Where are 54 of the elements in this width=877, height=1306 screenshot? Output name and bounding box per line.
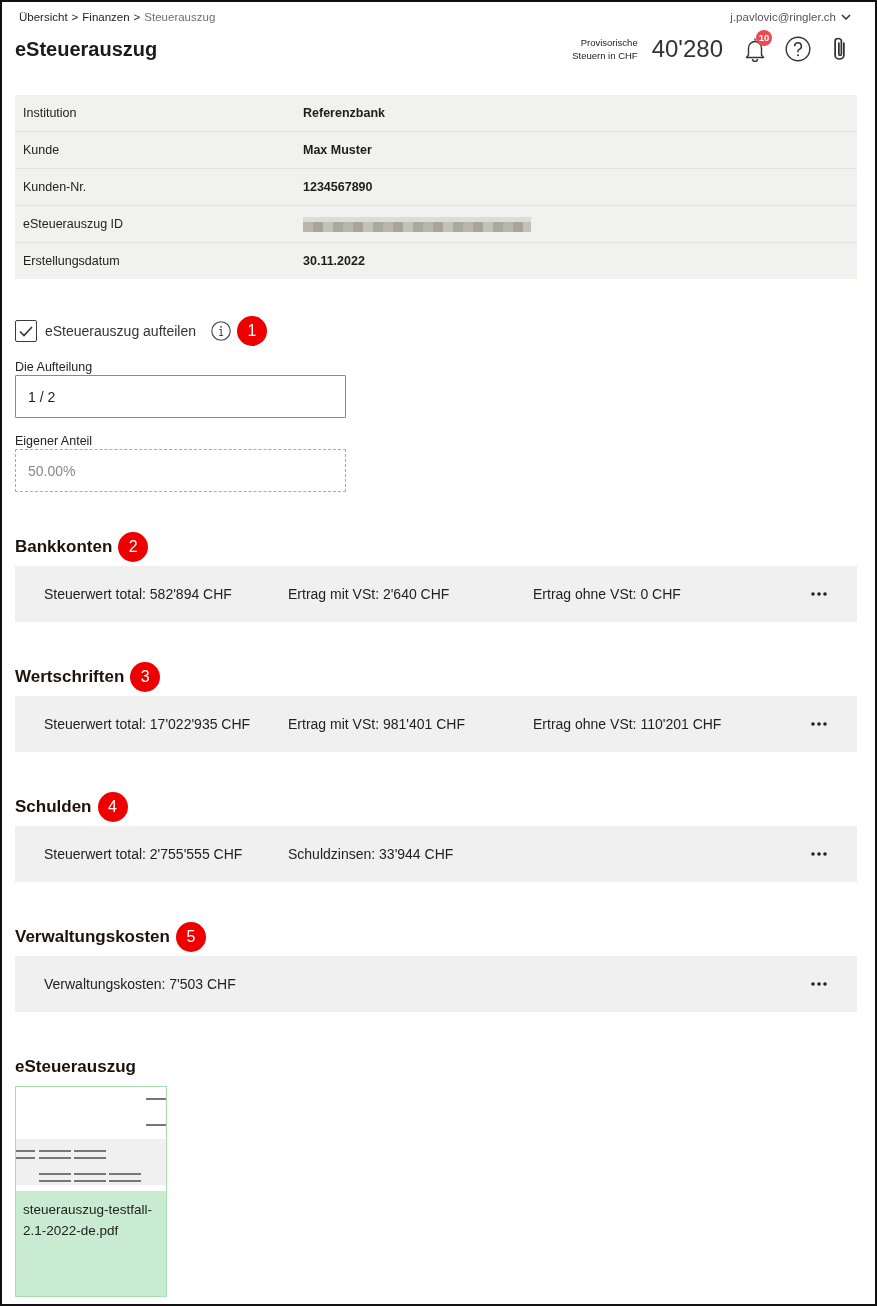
summary-text: Ertrag mit VSt: 981'401 CHF [288,716,466,732]
table-label: Kunden-Nr. [22,180,88,194]
summary-text: Steuerwert total: 582'894 CHF [44,586,233,602]
table-label: Erstellungsdatum [22,254,121,268]
annotation-marker: 4 [97,792,128,822]
summary-text: Ertrag ohne VSt: 110'201 CHF [533,716,723,732]
chevron-down-icon[interactable] [841,14,851,20]
section-heading: Wertschriften [15,667,125,687]
field-label: Eigener Anteil [15,433,94,449]
section-heading: Bankkonten [15,537,113,557]
breadcrumb-link[interactable]: Finanzen [82,11,130,23]
summary-text: Verwaltungskosten: 7'503 CHF [44,976,237,992]
summary-text: Ertrag ohne VSt: 0 CHF [533,586,682,602]
section-heading: Verwaltungskosten [15,927,170,947]
table-value: 30.11.2022 [303,254,365,268]
checkmark-icon [19,325,33,337]
table-value: 1234567890 [303,180,373,194]
annotation-marker: 2 [118,532,149,562]
checkbox[interactable] [15,320,37,342]
annotation-marker: 3 [130,662,161,692]
annotation-marker: 5 [175,922,206,952]
summary-text: Ertrag mit VSt: 2'640 CHF [288,586,451,602]
help-icon[interactable] [785,36,811,62]
user-email[interactable]: j.pavlovic@ringler.ch [730,11,836,23]
table-value: Referenzbank [303,106,385,120]
bell-icon[interactable] [743,36,767,62]
input-field[interactable]: 1 / 2 [15,375,346,418]
checkbox-label[interactable]: eSteuerauszug aufteilen [45,323,196,339]
section-heading: Schulden [15,797,92,817]
breadcrumb-separator: > [133,11,141,23]
table-value: Max Muster [303,143,372,157]
section-heading: eSteuerauszug [15,1057,136,1077]
page-title: eSteuerauszug [15,37,159,61]
summary-text: Schuldzinsen: 33'944 CHF [288,846,455,862]
table-label: eSteuerauszug ID [22,217,125,231]
more-icon[interactable] [811,982,827,986]
more-icon[interactable] [811,592,827,596]
summary-text: Steuerwert total: 17'022'935 CHF [44,716,252,732]
breadcrumb-link[interactable]: Übersicht [19,11,68,23]
table-label: Institution [22,106,78,120]
file-name: steuerauszug-testfall-2.1-2022-de.pdf [23,1202,153,1238]
table-label: Kunde [22,143,61,157]
more-icon[interactable] [811,852,827,856]
summary-text: Steuerwert total: 2'755'555 CHF [44,846,244,862]
tax-amount: 40'280 [651,35,723,63]
notification-count: 10 [756,30,772,46]
field-label: Die Aufteilung [15,359,94,375]
tax-label: Provisorische Steuern in CHF [571,36,638,62]
annotation-marker: 1 [237,316,267,346]
breadcrumb-current-page: Steuerauszug [144,11,216,23]
info-icon[interactable] [211,321,231,341]
breadcrumb-separator: > [71,11,79,23]
file-card[interactable]: steuerauszug-testfall-2.1-2022-de.pdf [15,1086,167,1297]
more-icon[interactable] [811,722,827,726]
